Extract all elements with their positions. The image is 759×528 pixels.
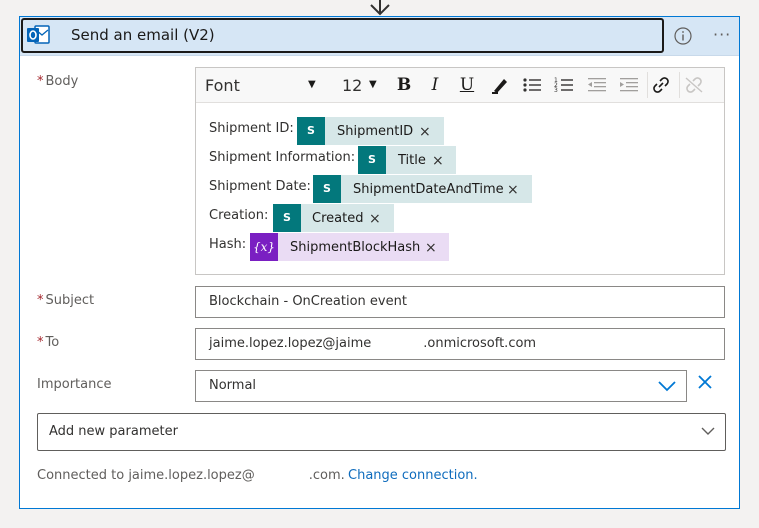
remove-token-icon[interactable]: × <box>425 233 437 263</box>
importance-label: Importance <box>37 377 112 392</box>
body-line-label: Hash: <box>209 237 247 252</box>
subject-field[interactable]: Blockchain - OnCreation event <box>195 286 725 318</box>
link-icon[interactable] <box>649 74 673 96</box>
outlook-icon <box>27 25 50 44</box>
action-header[interactable]: Send an email (V2) ··· <box>20 17 739 56</box>
italic-button[interactable]: I <box>423 74 447 96</box>
importance-dropdown[interactable]: Normal <box>195 370 687 402</box>
remove-token-icon[interactable]: × <box>507 175 519 205</box>
unlink-icon[interactable] <box>682 74 706 96</box>
body-line-label: Shipment Date: <box>209 179 311 194</box>
dynamic-content-token[interactable]: S ShipmentID × <box>297 117 444 145</box>
underline-button[interactable]: U <box>455 74 479 96</box>
importance-value: Normal <box>209 378 257 393</box>
sharepoint-icon: S <box>313 175 341 203</box>
toolbar-divider <box>679 72 680 98</box>
variable-icon: {x} <box>250 233 278 261</box>
body-line-label: Shipment ID: <box>209 121 294 136</box>
change-connection-link[interactable]: Change connection. <box>348 468 478 483</box>
body-line-label: Creation: <box>209 208 269 223</box>
font-select[interactable]: Font <box>205 76 240 95</box>
chevron-down-icon[interactable] <box>701 427 715 436</box>
dynamic-content-token[interactable]: S Title × <box>358 146 456 174</box>
body-label: * Body <box>37 74 79 89</box>
svg-text:3: 3 <box>554 87 558 94</box>
to-field[interactable]: jaime.lopez.lopez@jaime .onmicrosoft.com <box>195 328 725 360</box>
font-size-select[interactable]: 12 <box>342 76 362 95</box>
remove-token-icon[interactable]: × <box>432 146 444 176</box>
required-marker: * <box>37 293 44 308</box>
info-icon[interactable] <box>674 27 692 45</box>
body-line-label: Shipment Information: <box>209 150 356 165</box>
connection-info: Connected to jaime.lopez.lopez@ .com. <box>37 468 345 483</box>
highlight-pen-icon[interactable] <box>488 74 512 96</box>
sharepoint-icon: S <box>358 146 386 174</box>
subject-label: * Subject <box>37 293 95 308</box>
remove-token-icon[interactable]: × <box>369 204 381 234</box>
required-marker: * <box>37 74 44 89</box>
chevron-down-icon[interactable] <box>658 381 676 392</box>
numbered-list-icon[interactable]: 1 2 3 <box>552 74 576 96</box>
dynamic-content-token[interactable]: S ShipmentDateAndTime × <box>313 175 532 203</box>
action-title: Send an email (V2) <box>71 26 215 44</box>
send-email-action-card: Send an email (V2) ··· * Body Font ▼ 12 ▼… <box>19 16 740 509</box>
editor-toolbar: Font ▼ 12 ▼ B I U 1 2 3 <box>196 68 724 103</box>
to-value-part: .onmicrosoft.com <box>423 336 537 351</box>
bold-button[interactable]: B <box>392 74 416 96</box>
bullet-list-icon[interactable] <box>520 74 544 96</box>
sharepoint-icon: S <box>273 204 301 232</box>
body-editor[interactable]: Font ▼ 12 ▼ B I U 1 2 3 Shipment ID: S S… <box>195 67 725 275</box>
flow-arrow-icon <box>370 0 390 16</box>
to-value-part: jaime.lopez.lopez@jaime <box>209 336 372 351</box>
dynamic-content-token[interactable]: S Created × <box>273 204 394 232</box>
more-options-icon[interactable]: ··· <box>713 25 731 44</box>
font-size-caret-icon[interactable]: ▼ <box>369 79 377 90</box>
toolbar-divider <box>647 72 648 98</box>
increase-indent-icon[interactable] <box>617 74 641 96</box>
remove-token-icon[interactable]: × <box>419 117 431 147</box>
variable-token[interactable]: {x} ShipmentBlockHash × <box>250 233 449 261</box>
clear-icon[interactable] <box>697 374 713 390</box>
add-new-parameter-dropdown[interactable]: Add new parameter <box>37 413 726 451</box>
required-marker: * <box>37 335 44 350</box>
to-label: * To <box>37 335 60 350</box>
decrease-indent-icon[interactable] <box>585 74 609 96</box>
sharepoint-icon: S <box>297 117 325 145</box>
add-new-parameter-label: Add new parameter <box>49 424 178 439</box>
font-caret-icon[interactable]: ▼ <box>308 79 316 90</box>
